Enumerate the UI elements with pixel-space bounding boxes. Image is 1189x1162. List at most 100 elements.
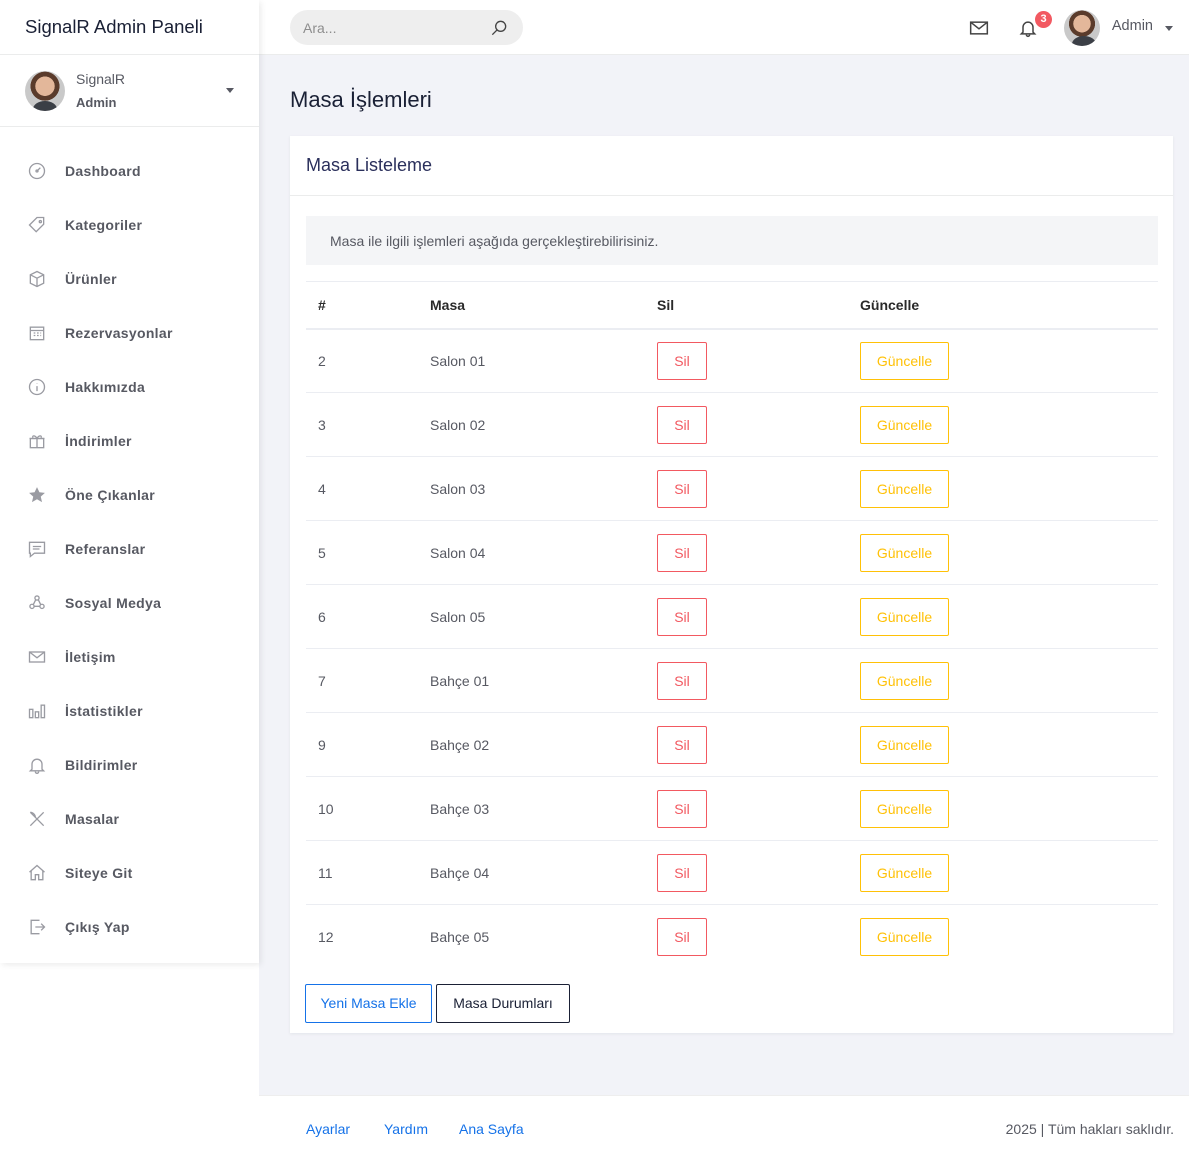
sidebar-item-label: Siteye Git — [65, 865, 133, 881]
delete-button[interactable]: Sil — [657, 469, 707, 508]
sidebar-item-label: İndirimler — [65, 433, 132, 449]
sidebar-item-dashboard[interactable]: Dashboard — [0, 144, 259, 198]
add-table-button[interactable]: Yeni Masa Ekle — [305, 984, 432, 1023]
sidebar-item-indirimler[interactable]: İndirimler — [0, 414, 259, 468]
column-header-id: # — [318, 296, 326, 313]
sidebar-item-sosyal-medya[interactable]: Sosyal Medya — [0, 576, 259, 630]
chevron-down-icon[interactable] — [1165, 26, 1173, 31]
update-button[interactable]: Güncelle — [860, 533, 949, 572]
sidebar-item-hakkimizda[interactable]: Hakkımızda — [0, 360, 259, 414]
row-id: 4 — [318, 480, 326, 497]
dashboard-icon — [26, 160, 48, 182]
update-button[interactable]: Güncelle — [860, 597, 949, 636]
row-masa: Bahçe 05 — [430, 928, 490, 945]
table-status-button[interactable]: Masa Durumları — [436, 984, 570, 1023]
utensils-icon — [26, 808, 48, 830]
update-button[interactable]: Güncelle — [860, 661, 949, 700]
row-id: 7 — [318, 672, 326, 689]
row-masa: Bahçe 03 — [430, 800, 490, 817]
sidebar-item-one-cikanlar[interactable]: Öne Çıkanlar — [0, 468, 259, 522]
sidebar-item-label: Dashboard — [65, 163, 141, 179]
delete-button[interactable]: Sil — [657, 597, 707, 636]
row-masa: Salon 02 — [430, 416, 486, 433]
sidebar-item-siteye-git[interactable]: Siteye Git — [0, 846, 259, 900]
sidebar-item-istatistikler[interactable]: İstatistikler — [0, 684, 259, 738]
row-id: 10 — [318, 800, 334, 817]
sidebar-item-masalar[interactable]: Masalar — [0, 792, 259, 846]
footer-link-help[interactable]: Yardım — [384, 1121, 428, 1137]
info-icon — [26, 376, 48, 398]
calendar-icon — [26, 322, 48, 344]
footer-link-settings[interactable]: Ayarlar — [306, 1121, 350, 1137]
sidebar-item-label: İletişim — [65, 649, 116, 665]
top-navbar: 3 Admin — [259, 0, 1189, 55]
bell-icon — [26, 754, 48, 776]
chart-icon — [26, 700, 48, 722]
row-masa: Salon 05 — [430, 608, 486, 625]
row-masa: Salon 04 — [430, 544, 486, 561]
update-button[interactable]: Güncelle — [860, 469, 949, 508]
user-role: Admin — [76, 94, 117, 110]
delete-button[interactable]: Sil — [657, 917, 707, 956]
row-id: 5 — [318, 544, 326, 561]
sidebar-item-label: Ürünler — [65, 271, 117, 287]
footer-link-home[interactable]: Ana Sayfa — [459, 1121, 524, 1137]
delete-button[interactable]: Sil — [657, 341, 707, 380]
row-masa: Salon 03 — [430, 480, 486, 497]
sidebar-item-urunler[interactable]: Ürünler — [0, 252, 259, 306]
delete-button[interactable]: Sil — [657, 789, 707, 828]
user-panel[interactable]: SignalR Admin — [0, 55, 259, 127]
sidebar-item-referanslar[interactable]: Referanslar — [0, 522, 259, 576]
tables-table: # Masa Sil Güncelle 2 Salon 01 Sil Günce… — [306, 281, 1158, 969]
table-body: 2 Salon 01 Sil Güncelle 3 Salon 02 Sil G… — [306, 329, 1158, 969]
table-row: 5 Salon 04 Sil Güncelle — [306, 521, 1158, 585]
table-row: 2 Salon 01 Sil Güncelle — [306, 329, 1158, 393]
box-icon — [26, 268, 48, 290]
sidebar-item-bildirimler[interactable]: Bildirimler — [0, 738, 259, 792]
column-header-guncelle: Güncelle — [860, 296, 920, 313]
sidebar-item-kategoriler[interactable]: Kategoriler — [0, 198, 259, 252]
update-button[interactable]: Güncelle — [860, 405, 949, 444]
table-row: 10 Bahçe 03 Sil Güncelle — [306, 777, 1158, 841]
delete-button[interactable]: Sil — [657, 725, 707, 764]
search-input[interactable] — [290, 10, 480, 45]
delete-button[interactable]: Sil — [657, 661, 707, 700]
sidebar-item-label: Rezervasyonlar — [65, 325, 173, 341]
delete-button[interactable]: Sil — [657, 533, 707, 572]
delete-button[interactable]: Sil — [657, 405, 707, 444]
sidebar-item-label: Hakkımızda — [65, 379, 146, 395]
share-icon — [26, 592, 48, 614]
user-name: SignalR — [76, 70, 126, 87]
sidebar-item-label: Referanslar — [65, 541, 146, 557]
search-icon[interactable] — [489, 18, 509, 43]
update-button[interactable]: Güncelle — [860, 853, 949, 892]
chevron-down-icon[interactable] — [226, 88, 234, 93]
card-title: Masa Listeleme — [290, 136, 1173, 196]
avatar — [25, 70, 65, 111]
avatar[interactable] — [1064, 10, 1100, 46]
update-button[interactable]: Güncelle — [860, 789, 949, 828]
info-alert: Masa ile ilgili işlemleri aşağıda gerçek… — [306, 216, 1158, 265]
row-masa: Bahçe 02 — [430, 736, 490, 753]
sidebar-item-label: Kategoriler — [65, 217, 143, 233]
envelope-icon — [26, 646, 48, 668]
row-id: 6 — [318, 608, 326, 625]
update-button[interactable]: Güncelle — [860, 341, 949, 380]
sidebar-item-cikis-yap[interactable]: Çıkış Yap — [0, 900, 259, 954]
row-id: 2 — [318, 352, 326, 369]
update-button[interactable]: Güncelle — [860, 917, 949, 956]
logout-icon — [26, 916, 48, 938]
user-menu-label[interactable]: Admin — [1112, 18, 1153, 34]
row-id: 12 — [318, 928, 334, 945]
delete-button[interactable]: Sil — [657, 853, 707, 892]
table-header-row: # Masa Sil Güncelle — [306, 281, 1158, 329]
envelope-icon[interactable] — [969, 20, 989, 41]
main-content: Masa İşlemleri Masa Listeleme Masa ile i… — [259, 55, 1189, 1095]
update-button[interactable]: Güncelle — [860, 725, 949, 764]
row-masa: Salon 01 — [430, 352, 486, 369]
table-row: 9 Bahçe 02 Sil Güncelle — [306, 713, 1158, 777]
sidebar-item-rezervasyonlar[interactable]: Rezervasyonlar — [0, 306, 259, 360]
sidebar-item-iletisim[interactable]: İletişim — [0, 630, 259, 684]
brand-title[interactable]: SignalR Admin Paneli — [0, 0, 259, 55]
table-row: 7 Bahçe 01 Sil Güncelle — [306, 649, 1158, 713]
